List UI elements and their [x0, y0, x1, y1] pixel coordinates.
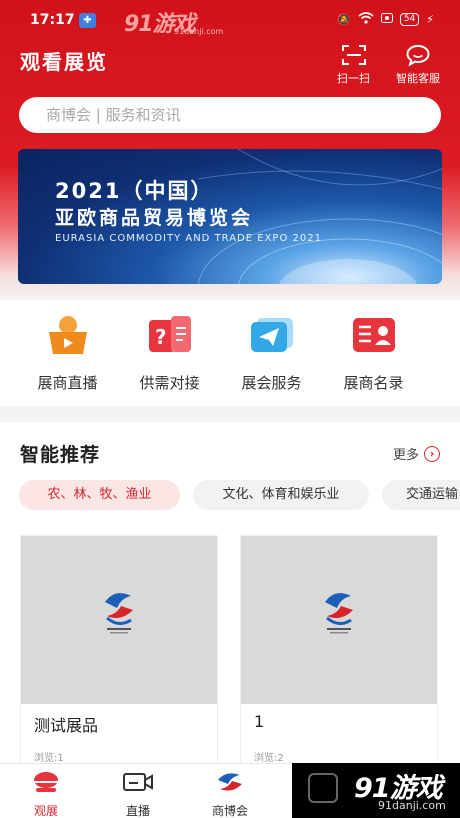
smart-service-label: 智能客服: [396, 72, 440, 85]
shortcut-supply-demand[interactable]: ? 供需对接: [112, 314, 227, 393]
exhibit-card[interactable]: 1 浏览:2: [240, 535, 438, 767]
expo-hall-icon: [34, 772, 58, 792]
directory-icon: [352, 318, 395, 352]
charging-icon: ⚡: [426, 13, 434, 26]
tab-label: 商博会: [211, 804, 248, 818]
scan-label: 扫一扫: [337, 72, 370, 85]
more-link[interactable]: 更多 ›: [393, 444, 440, 463]
status-icons: 🔕 54 ⚡: [337, 12, 434, 27]
search-placeholder: 商博会 | 服务和资讯: [46, 106, 181, 124]
shortcut-grid: 展商直播 ? 供需对接 展会服务 展商名录: [0, 300, 460, 406]
video-camera-icon: [123, 773, 153, 791]
mute-icon: 🔕: [337, 13, 351, 26]
scan-button[interactable]: 扫一扫: [337, 44, 370, 86]
banner-line-1: 2021（中国）: [55, 179, 214, 203]
exhibit-views: 浏览:2: [254, 753, 284, 764]
page-title: 观看展览: [20, 50, 108, 74]
category-chip-agriculture[interactable]: 农、林、牧、渔业: [19, 480, 180, 510]
tab-live[interactable]: 直播: [98, 770, 178, 818]
expo-logo-icon: [325, 593, 353, 634]
section-title: 智能推荐: [20, 444, 101, 466]
banner-line-3: EURASIA COMMODITY AND TRADE EXPO 2021: [55, 233, 322, 244]
category-chip-culture[interactable]: 文化、体育和娱乐业: [193, 480, 369, 510]
shortcut-label: 展商直播: [37, 374, 98, 392]
app-notification-icon: ✚: [79, 13, 96, 28]
svg-text:?: ?: [155, 325, 167, 349]
shortcut-label: 供需对接: [139, 374, 200, 392]
watermark-mark: [308, 773, 338, 803]
exhibit-image: [21, 536, 217, 704]
tab-trade-fair[interactable]: 商博会: [190, 770, 270, 818]
wifi-icon: [358, 12, 374, 27]
shortcut-exhibitor-live[interactable]: 展商直播: [10, 314, 125, 393]
smart-service-button[interactable]: 智能客服: [396, 44, 440, 86]
status-bar: 17:17 ✚ 🔕 54 ⚡: [0, 0, 460, 40]
smart-recommend-section: 智能推荐 更多 › 农、林、牧、渔业 文化、体育和娱乐业 交通运输 测试展品 浏…: [0, 422, 460, 818]
exhibit-views: 浏览:1: [34, 753, 64, 764]
tab-label: 观展: [33, 804, 58, 818]
shortcut-label: 展会服务: [241, 374, 302, 392]
shortcut-exhibitor-directory[interactable]: 展商名录: [316, 314, 431, 393]
search-input[interactable]: 商博会 | 服务和资讯: [19, 97, 441, 133]
expo-logo-icon: [105, 593, 133, 634]
watermark-top: 91游戏 91danji.com: [124, 6, 223, 38]
category-chip-transport[interactable]: 交通运输: [382, 480, 460, 510]
more-label: 更多: [392, 448, 419, 463]
scan-icon: [341, 45, 366, 65]
service-icon: [250, 318, 293, 352]
exhibit-image: [241, 536, 437, 704]
tab-view-expo[interactable]: 观展: [6, 770, 86, 818]
chevron-right-icon: ›: [424, 445, 440, 462]
shortcut-label: 展商名录: [343, 374, 404, 392]
app-screen: 17:17 ✚ 🔕 54 ⚡ 91游戏 91danji.com 观看展览 扫一扫: [0, 0, 460, 818]
status-time: 17:17: [30, 12, 75, 28]
live-icon: [48, 316, 87, 354]
banner-line-2: 亚欧商品贸易博览会: [55, 207, 254, 229]
expo-logo-icon: [218, 773, 242, 791]
battery-icon: 54: [399, 13, 420, 26]
chat-bubble-icon: [406, 44, 430, 66]
watermark-bottom: 91游戏 91danji.com: [292, 763, 460, 818]
watermark-bottom-domain: 91danji.com: [378, 799, 446, 812]
exhibit-name: 1: [254, 712, 265, 731]
watermark-top-domain: 91danji.com: [174, 27, 224, 36]
record-icon: [380, 13, 393, 26]
exhibit-name: 测试展品: [34, 716, 99, 735]
expo-banner[interactable]: 2021（中国） 亚欧商品贸易博览会 EURASIA COMMODITY AND…: [18, 149, 442, 284]
tab-label: 直播: [125, 804, 150, 818]
supply-demand-icon: ?: [148, 316, 191, 352]
exhibit-card[interactable]: 测试展品 浏览:1: [20, 535, 218, 767]
shortcut-expo-service[interactable]: 展会服务: [214, 314, 329, 393]
